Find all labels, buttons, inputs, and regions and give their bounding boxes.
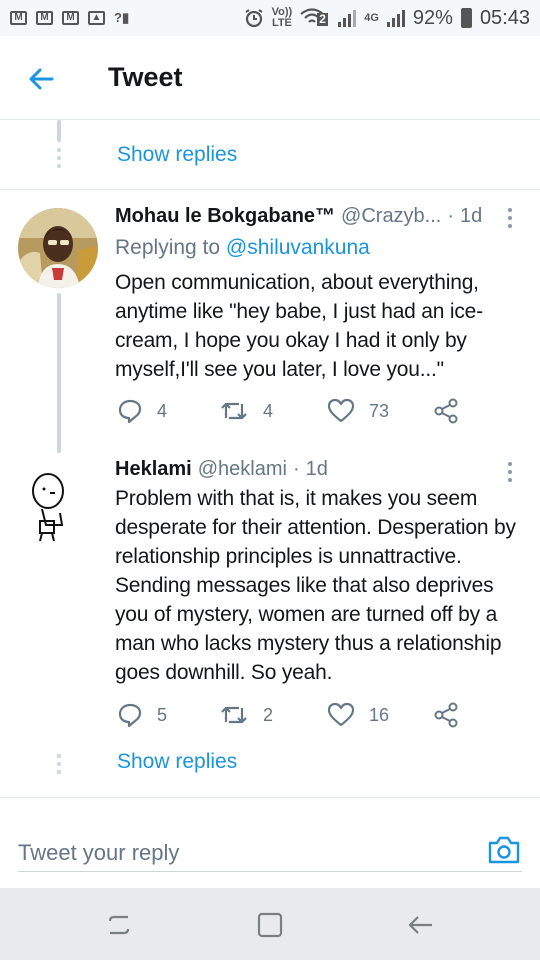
recent-apps-button[interactable]: [104, 910, 134, 940]
gmail-icon: M: [36, 11, 53, 25]
reply-count: 5: [157, 704, 168, 725]
back-icon: [408, 916, 432, 934]
thread-dots: [57, 148, 61, 168]
replying-prefix: Replying to: [115, 236, 221, 259]
user-handle[interactable]: @Crazyb...: [341, 205, 441, 228]
display-name[interactable]: Mohau le Bokgabane™: [115, 205, 335, 228]
reply-icon: [118, 703, 142, 728]
separator: ·: [292, 458, 300, 480]
retweet-button[interactable]: 4: [219, 398, 273, 424]
reply-icon: [118, 399, 142, 424]
tweet-text: Open communication, about everything, an…: [115, 271, 483, 381]
thread-line: [57, 293, 61, 453]
system-nav-bar: [0, 888, 540, 960]
like-count: 73: [369, 400, 390, 421]
more-options-button[interactable]: [506, 462, 514, 482]
back-button[interactable]: [24, 62, 58, 96]
signal-icon: [338, 9, 357, 27]
divider: [0, 797, 540, 798]
tweet-text: Problem with that is, it makes you seem …: [115, 487, 516, 684]
home-icon: [257, 912, 283, 938]
heart-icon: [327, 398, 355, 423]
arrow-left-icon: [29, 68, 54, 90]
reply-button[interactable]: 5: [117, 702, 167, 728]
mention-link[interactable]: @shiluvankuna: [226, 236, 370, 259]
more-options-button[interactable]: [506, 208, 514, 228]
status-bar: M M M ▲ ?▮ Vo)) LTE 2 4G 92% 05:43: [0, 0, 540, 36]
camera-icon: [488, 836, 520, 864]
tweet-time: 1d: [460, 205, 483, 227]
page-title: Tweet: [108, 62, 183, 92]
reply-bar: [0, 810, 540, 888]
alarm-icon: [245, 9, 263, 28]
network-type: 4G: [364, 11, 379, 24]
avatar[interactable]: [18, 465, 98, 545]
reply-input[interactable]: [18, 828, 522, 872]
divider: [0, 189, 540, 190]
battery-icon: [460, 8, 472, 28]
like-button[interactable]: 73: [327, 398, 389, 424]
reply-count: 4: [157, 400, 168, 421]
signal-icon: [386, 9, 405, 27]
share-button[interactable]: [433, 702, 459, 728]
reply-button[interactable]: 4: [117, 398, 167, 424]
battery-percent: 92%: [412, 6, 453, 29]
tweet-header: Mohau le Bokgabane™ @Crazyb... · 1d: [115, 205, 482, 228]
retweet-icon: [221, 402, 247, 420]
avatar[interactable]: [18, 208, 98, 288]
share-icon: [434, 702, 458, 728]
gmail-icon: M: [10, 11, 27, 25]
lte-label: LTE: [271, 17, 292, 29]
sim-slot-badge: 2: [317, 12, 328, 26]
no-signal-icon: ?▮: [114, 10, 130, 25]
home-button[interactable]: [255, 910, 285, 940]
clock: 05:43: [479, 6, 530, 29]
tweet-actions: 5 2 16: [115, 702, 475, 732]
thread-dots: [57, 754, 61, 774]
heart-icon: [327, 702, 355, 727]
display-name[interactable]: Heklami: [115, 458, 192, 481]
like-button[interactable]: 16: [327, 702, 389, 728]
tweet-time: 1d: [305, 458, 328, 480]
back-nav-button[interactable]: [405, 910, 435, 940]
volte-icon: Vo)) LTE: [272, 7, 293, 29]
camera-button[interactable]: [487, 834, 521, 866]
gallery-icon: ▲: [88, 11, 105, 25]
separator: ·: [447, 205, 455, 227]
like-count: 16: [369, 704, 390, 725]
retweet-button[interactable]: 2: [219, 702, 273, 728]
retweet-count: 2: [263, 704, 274, 725]
share-button[interactable]: [433, 398, 459, 424]
retweet-icon: [221, 706, 247, 724]
gmail-icon: M: [62, 11, 79, 25]
retweet-count: 4: [263, 400, 274, 421]
tweet-actions: 4 4 73: [115, 398, 475, 428]
recent-apps-icon: [108, 915, 130, 935]
app-header: Tweet: [0, 36, 540, 120]
wifi-icon: 2: [300, 8, 330, 28]
share-icon: [434, 398, 458, 424]
replying-to: Replying to @shiluvankuna: [115, 236, 370, 260]
thread-line: [57, 120, 61, 142]
show-replies-link[interactable]: Show replies: [117, 143, 237, 167]
show-replies-link[interactable]: Show replies: [117, 750, 237, 774]
user-handle[interactable]: @heklami: [198, 458, 287, 481]
tweet-header: Heklami @heklami · 1d: [115, 458, 328, 481]
